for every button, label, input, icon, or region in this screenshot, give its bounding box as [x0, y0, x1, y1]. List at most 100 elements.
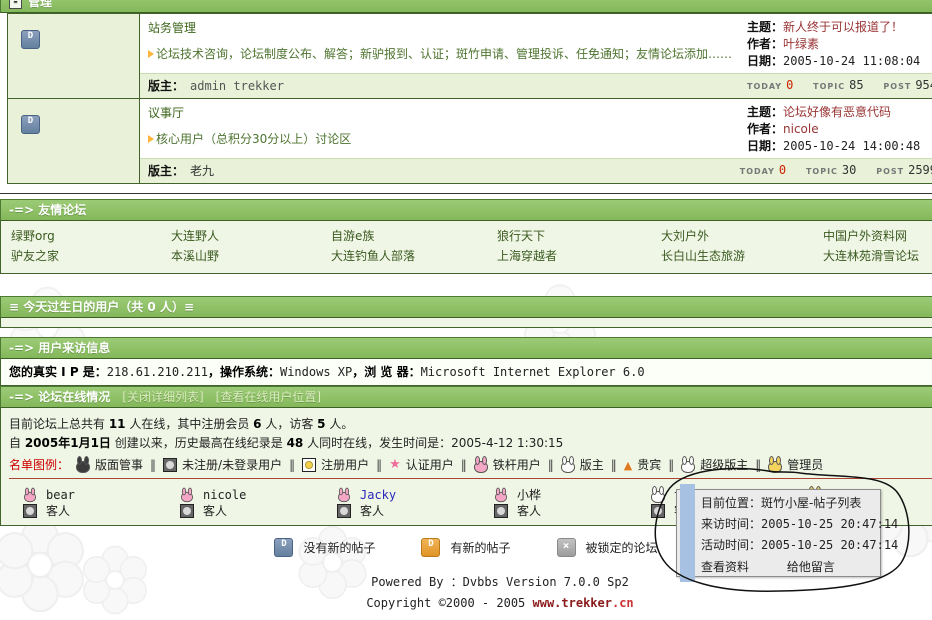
category-bar-clip: 管理 [0, 0, 932, 13]
birthday-header: ≡ 今天过生日的用户（共 0 人）≡ [0, 296, 932, 318]
no-new-posts-icon [21, 115, 40, 134]
legend-no-new-posts: 没有新的帖子 [274, 538, 375, 557]
visitor-info-body: 您的真实 I P 是：218.61.210.211，操作系统：Windows X… [0, 359, 932, 386]
square-dark-face-icon [23, 504, 37, 518]
bunny-white-icon [561, 461, 575, 473]
friend-link[interactable]: 上海穿越者 [497, 247, 661, 264]
last-author-link[interactable]: nicole [783, 122, 819, 136]
legend-new-posts: 有新的帖子 [421, 538, 510, 557]
no-new-posts-icon [21, 30, 40, 49]
legend-item: 注册用户 [302, 456, 369, 473]
friend-link[interactable]: 长白山生态旅游 [661, 247, 823, 264]
view-online-location-link[interactable]: [查看在线用户位置] [216, 387, 321, 407]
visitor-info-header: -=> 用户来访信息 [0, 337, 932, 359]
friend-link[interactable]: 绿野org [11, 227, 171, 244]
user-legend-row: 名单图例： 版面管事 ‖ 未注册/未登录用户 ‖ 注册用户 ‖ 认证用户 ‖ 铁… [9, 456, 932, 479]
bunny-pink-icon [181, 492, 193, 502]
footer: Powered By ：Dvbbs Version 7.0.0 Sp2 Copy… [0, 573, 932, 610]
user-group: 客人 [360, 503, 384, 519]
friend-link[interactable]: 本溪山野 [171, 247, 331, 264]
friend-link[interactable]: 狼行天下 [497, 227, 661, 244]
online-status-header: -=> 论坛在线情况 [关闭详细列表] [查看在线用户位置] [0, 386, 932, 408]
category-title[interactable]: 管理 [28, 0, 52, 12]
legend-item: 铁杆用户 [474, 456, 541, 473]
post-count: 2599 [908, 163, 932, 177]
friend-forums-links: 绿野org 大连野人 自游e族 狼行天下 大刘户外 中国户外资料网 驴友之家 本… [0, 221, 932, 274]
close-detail-list-link[interactable]: [关闭详细列表] [122, 387, 203, 407]
last-topic-link[interactable]: 论坛好像有恶意代码 [783, 105, 891, 119]
birthday-empty-list [0, 318, 932, 328]
username-link[interactable]: Jacky [360, 487, 396, 503]
square-dark-face-icon [494, 504, 508, 518]
online-count-line: 目前论坛上总共有 11 人在线，其中注册会员 6 人，访客 5 人。 [9, 416, 932, 433]
online-record-line: 自 2005年1月1日 创建以来，历史最高在线纪录是 48 人同时在线，发生时间… [9, 435, 932, 452]
legend-item: 管理员 [768, 456, 823, 473]
copyright: Copyright ©2000 - 2005 www.trekker.cn [0, 596, 932, 610]
bunny-pink-icon [24, 492, 36, 502]
friend-link[interactable]: 大连林苑滑雪论坛 [823, 247, 932, 264]
topic-count: 85 [849, 78, 863, 92]
forum-title-link[interactable]: 议事厅 [148, 104, 184, 121]
forum-status-cell [8, 99, 140, 183]
site-name-link[interactable]: www.trekker [533, 596, 612, 610]
user-group: 客人 [46, 503, 70, 519]
bunny-pink-icon [338, 492, 350, 502]
friend-forums-section: -=> 友情论坛 绿野org 大连野人 自游e族 狼行天下 大刘户外 中国户外资… [0, 199, 932, 274]
user-group: 客人 [517, 503, 541, 519]
bunny-yellow-icon [768, 461, 782, 473]
friend-link[interactable]: 大连野人 [171, 227, 331, 244]
bunny-white-icon [651, 491, 665, 503]
visitor-ip: 218.61.210.211 [107, 365, 208, 379]
legend-item: 贵宾 [624, 456, 661, 473]
online-user: 小桦 客人 [494, 487, 651, 519]
today-count: 0 [779, 163, 786, 177]
bunny-white-icon [681, 461, 695, 473]
friend-link[interactable]: 大刘户外 [661, 227, 823, 244]
bunny-pink-icon [495, 492, 507, 502]
forum-description: 论坛技术咨询，论坛制度公布、解答；新驴报到、认证；斑竹申请、管理投诉、任免通知；… [148, 45, 732, 62]
moderator-link[interactable]: 老九 [190, 164, 214, 178]
username-link[interactable]: nicole [203, 487, 246, 503]
friend-link[interactable]: 驴友之家 [11, 247, 171, 264]
tooltip-location: 目前位置：斑竹小屋-帖子列表 [701, 493, 874, 514]
friend-link[interactable]: 自游e族 [331, 227, 497, 244]
forum-stats: TODAY0 TOPIC85 POST954 [731, 77, 932, 95]
forum-status-cell [8, 14, 140, 98]
legend-item: 认证用户 [389, 456, 454, 473]
user-group: 客人 [203, 503, 227, 519]
section-divider [0, 193, 932, 194]
user-hover-tooltip: 目前位置：斑竹小屋-帖子列表 来访时间：2005-10-25 20:47:14 … [676, 489, 881, 577]
visitor-browser: Microsoft Internet Explorer 6.0 [421, 365, 645, 379]
arrow-bullet-icon [148, 135, 154, 143]
friend-link[interactable]: 中国户外资料网 [823, 227, 932, 244]
forum-title-link[interactable]: 站务管理 [148, 19, 196, 36]
square-smile-face-icon [302, 458, 316, 472]
d-blue-icon [274, 538, 293, 557]
friend-link[interactable]: 大连钓鱼人部落 [331, 247, 497, 264]
legend-item: 超级版主 [681, 456, 748, 473]
tooltip-active-time: 活动时间：2005-10-25 20:47:14 [701, 535, 874, 556]
moderators: 版主：老九 [148, 163, 214, 179]
last-post-info: 主题：新人终于可以报道了！ 作者：叶绿素 日期：2005-10-24 11:08… [747, 19, 932, 70]
last-topic-link[interactable]: 新人终于可以报道了！ [783, 20, 903, 34]
today-count: 0 [786, 78, 793, 92]
legend-locked-forum: 被锁定的论坛 [557, 538, 658, 557]
category-bar: 管理 [0, 0, 932, 13]
friend-forums-header: -=> 友情论坛 [0, 199, 932, 221]
legend-label: 名单图例： [9, 456, 69, 473]
last-author-link[interactable]: 叶绿素 [783, 37, 819, 51]
last-post-date: 2005-10-24 11:08:04 [783, 54, 920, 68]
username-link[interactable]: bear [46, 487, 75, 503]
last-post-date: 2005-10-24 14:00:48 [783, 139, 920, 153]
legend-item: 未注册/未登录用户 [163, 456, 282, 473]
x-gray-icon [557, 538, 576, 557]
orange-triangle-icon [624, 458, 632, 472]
leave-message-link[interactable]: 给他留言 [787, 560, 835, 574]
username-link[interactable]: 小桦 [517, 487, 541, 503]
moderator-link[interactable]: admin trekker [190, 79, 284, 93]
legend-item: 版主 [561, 456, 604, 473]
collapse-icon[interactable] [9, 0, 22, 9]
pink-star-icon [389, 457, 401, 472]
online-user: bear 客人 [23, 487, 180, 519]
view-profile-link[interactable]: 查看资料 [701, 560, 749, 574]
